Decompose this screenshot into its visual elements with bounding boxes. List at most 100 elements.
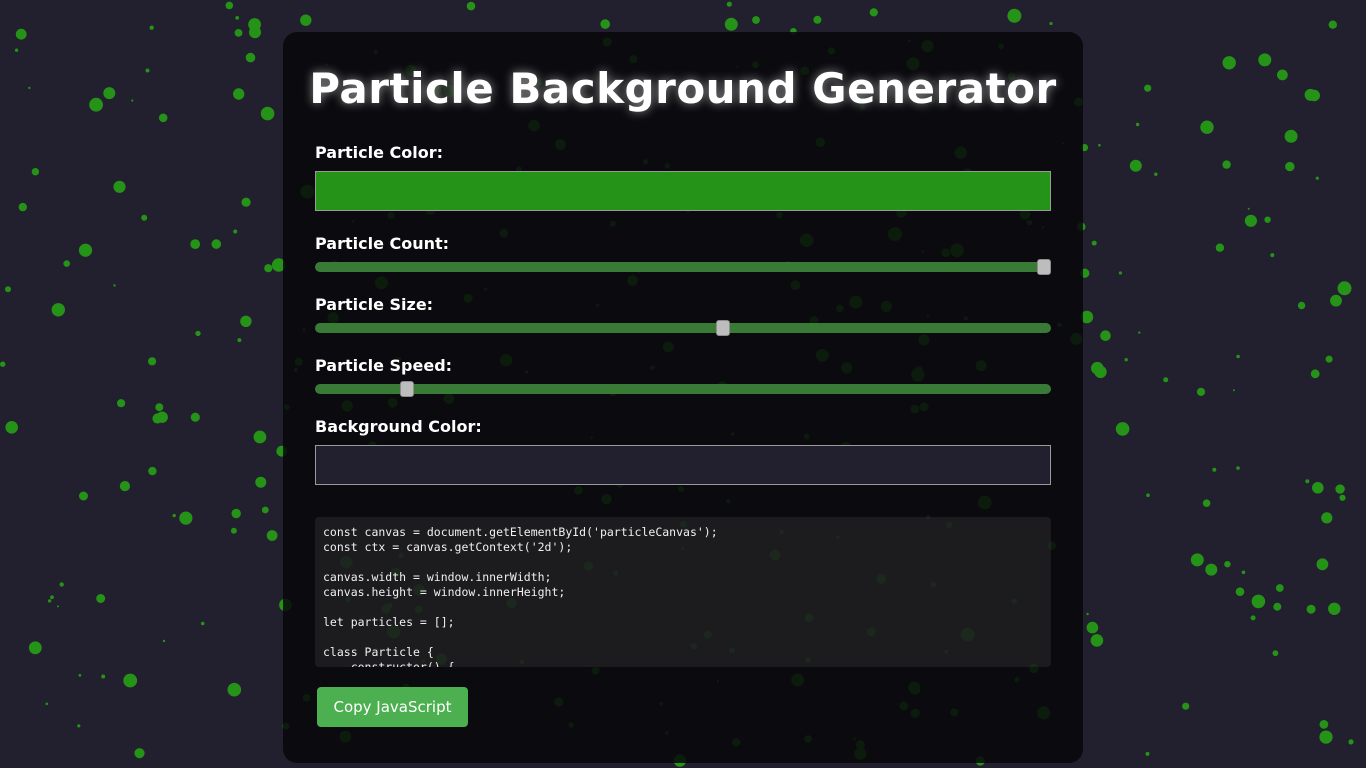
particle-dot bbox=[78, 673, 82, 677]
particle-dot bbox=[5, 421, 18, 434]
particle-dot bbox=[1315, 176, 1319, 180]
particle-dot bbox=[1319, 730, 1333, 744]
particle-color-input[interactable] bbox=[315, 171, 1051, 211]
particle-speed-slider-thumb[interactable] bbox=[400, 381, 415, 397]
javascript-code-output[interactable]: const canvas = document.getElementById('… bbox=[315, 517, 1051, 667]
particle-dot bbox=[101, 674, 106, 679]
particle-dot bbox=[211, 239, 222, 249]
particle-dot bbox=[230, 527, 237, 534]
particle-dot bbox=[1202, 499, 1211, 508]
particle-dot bbox=[1215, 243, 1225, 252]
particle-dot bbox=[1212, 467, 1217, 472]
particle-dot bbox=[1244, 214, 1257, 227]
particle-dot bbox=[1086, 612, 1089, 616]
particle-dot bbox=[57, 605, 59, 608]
particle-dot bbox=[1118, 271, 1122, 275]
particle-dot bbox=[51, 303, 65, 317]
code-line: const ctx = canvas.getContext('2d'); bbox=[323, 540, 573, 554]
particle-dot bbox=[1319, 720, 1329, 729]
particle-dot bbox=[1115, 422, 1130, 436]
generator-panel: Particle Background Generator Particle C… bbox=[283, 32, 1083, 763]
particle-dot bbox=[1091, 240, 1097, 246]
particle-dot bbox=[1272, 650, 1279, 657]
particle-dot bbox=[1258, 53, 1272, 67]
particle-dot bbox=[1236, 466, 1240, 470]
particle-dot bbox=[103, 87, 116, 100]
particle-dot bbox=[240, 315, 252, 327]
particle-dot bbox=[1325, 355, 1333, 363]
particle-dot bbox=[1235, 587, 1245, 596]
particle-dot bbox=[264, 264, 273, 273]
particle-dot bbox=[50, 595, 54, 600]
particle-dot bbox=[1328, 602, 1341, 615]
particle-count-label: Particle Count: bbox=[315, 234, 450, 253]
particle-dot bbox=[155, 403, 164, 412]
particle-dot bbox=[1250, 615, 1256, 621]
particle-dot bbox=[726, 1, 732, 7]
particle-count-slider[interactable] bbox=[315, 259, 1051, 275]
particle-dot bbox=[237, 338, 242, 343]
particle-dot bbox=[261, 506, 269, 514]
particle-dot bbox=[1098, 143, 1101, 147]
particle-dot bbox=[149, 25, 154, 30]
particle-dot bbox=[233, 88, 245, 100]
code-line: let particles = []; bbox=[323, 615, 455, 629]
particle-dot bbox=[117, 399, 126, 408]
particle-dot bbox=[1205, 563, 1218, 576]
particle-dot bbox=[1339, 494, 1346, 501]
particle-dot bbox=[1273, 602, 1282, 611]
particle-dot bbox=[89, 97, 103, 112]
particle-dot bbox=[466, 1, 476, 11]
background-color-input[interactable] bbox=[315, 445, 1051, 485]
particle-color-label: Particle Color: bbox=[315, 143, 444, 162]
particle-dot bbox=[724, 17, 738, 31]
particle-size-slider[interactable] bbox=[315, 320, 1051, 336]
particle-dot bbox=[158, 113, 168, 123]
particle-dot bbox=[241, 197, 251, 207]
particle-dot bbox=[28, 86, 31, 90]
particle-dot bbox=[96, 594, 106, 603]
particle-dot bbox=[1100, 330, 1111, 342]
particle-dot bbox=[5, 286, 11, 293]
particle-dot bbox=[119, 481, 130, 492]
particle-dot bbox=[248, 18, 261, 31]
particle-dot bbox=[1330, 294, 1342, 307]
particle-dot bbox=[1090, 634, 1104, 647]
particle-dot bbox=[1247, 207, 1250, 210]
particle-dot bbox=[1146, 493, 1150, 498]
code-line: class Particle { bbox=[323, 645, 434, 659]
particle-dot bbox=[18, 202, 27, 212]
particle-dot bbox=[77, 724, 81, 728]
particle-dot bbox=[1337, 281, 1352, 296]
particle-dot bbox=[813, 15, 822, 24]
particle-dot bbox=[0, 361, 6, 367]
page-title: Particle Background Generator bbox=[309, 64, 1057, 113]
particle-dot bbox=[233, 229, 238, 234]
particle-dot bbox=[78, 243, 93, 257]
particle-dot bbox=[869, 8, 878, 17]
particle-dot bbox=[1251, 594, 1266, 609]
particle-dot bbox=[14, 48, 19, 52]
particle-dot bbox=[1124, 358, 1128, 362]
particle-speed-slider[interactable] bbox=[315, 381, 1051, 397]
copy-javascript-button[interactable]: Copy JavaScript bbox=[317, 687, 468, 727]
particle-dot bbox=[179, 511, 193, 525]
particle-dot bbox=[1135, 122, 1140, 127]
particle-count-slider-thumb[interactable] bbox=[1037, 259, 1051, 275]
particle-dot bbox=[1285, 161, 1295, 172]
particle-dot bbox=[131, 99, 134, 102]
particle-dot bbox=[59, 582, 64, 587]
particle-dot bbox=[1277, 69, 1288, 81]
particle-dot bbox=[234, 29, 243, 37]
particle-dot bbox=[1270, 253, 1275, 258]
particle-dot bbox=[113, 284, 116, 287]
code-line: canvas.width = window.innerWidth; bbox=[323, 570, 552, 584]
particle-dot bbox=[1316, 558, 1329, 571]
particle-dot bbox=[63, 260, 70, 267]
particle-size-slider-thumb[interactable] bbox=[715, 320, 730, 336]
particle-dot bbox=[145, 68, 150, 73]
particle-dot bbox=[200, 621, 205, 626]
particle-dot bbox=[152, 413, 163, 424]
